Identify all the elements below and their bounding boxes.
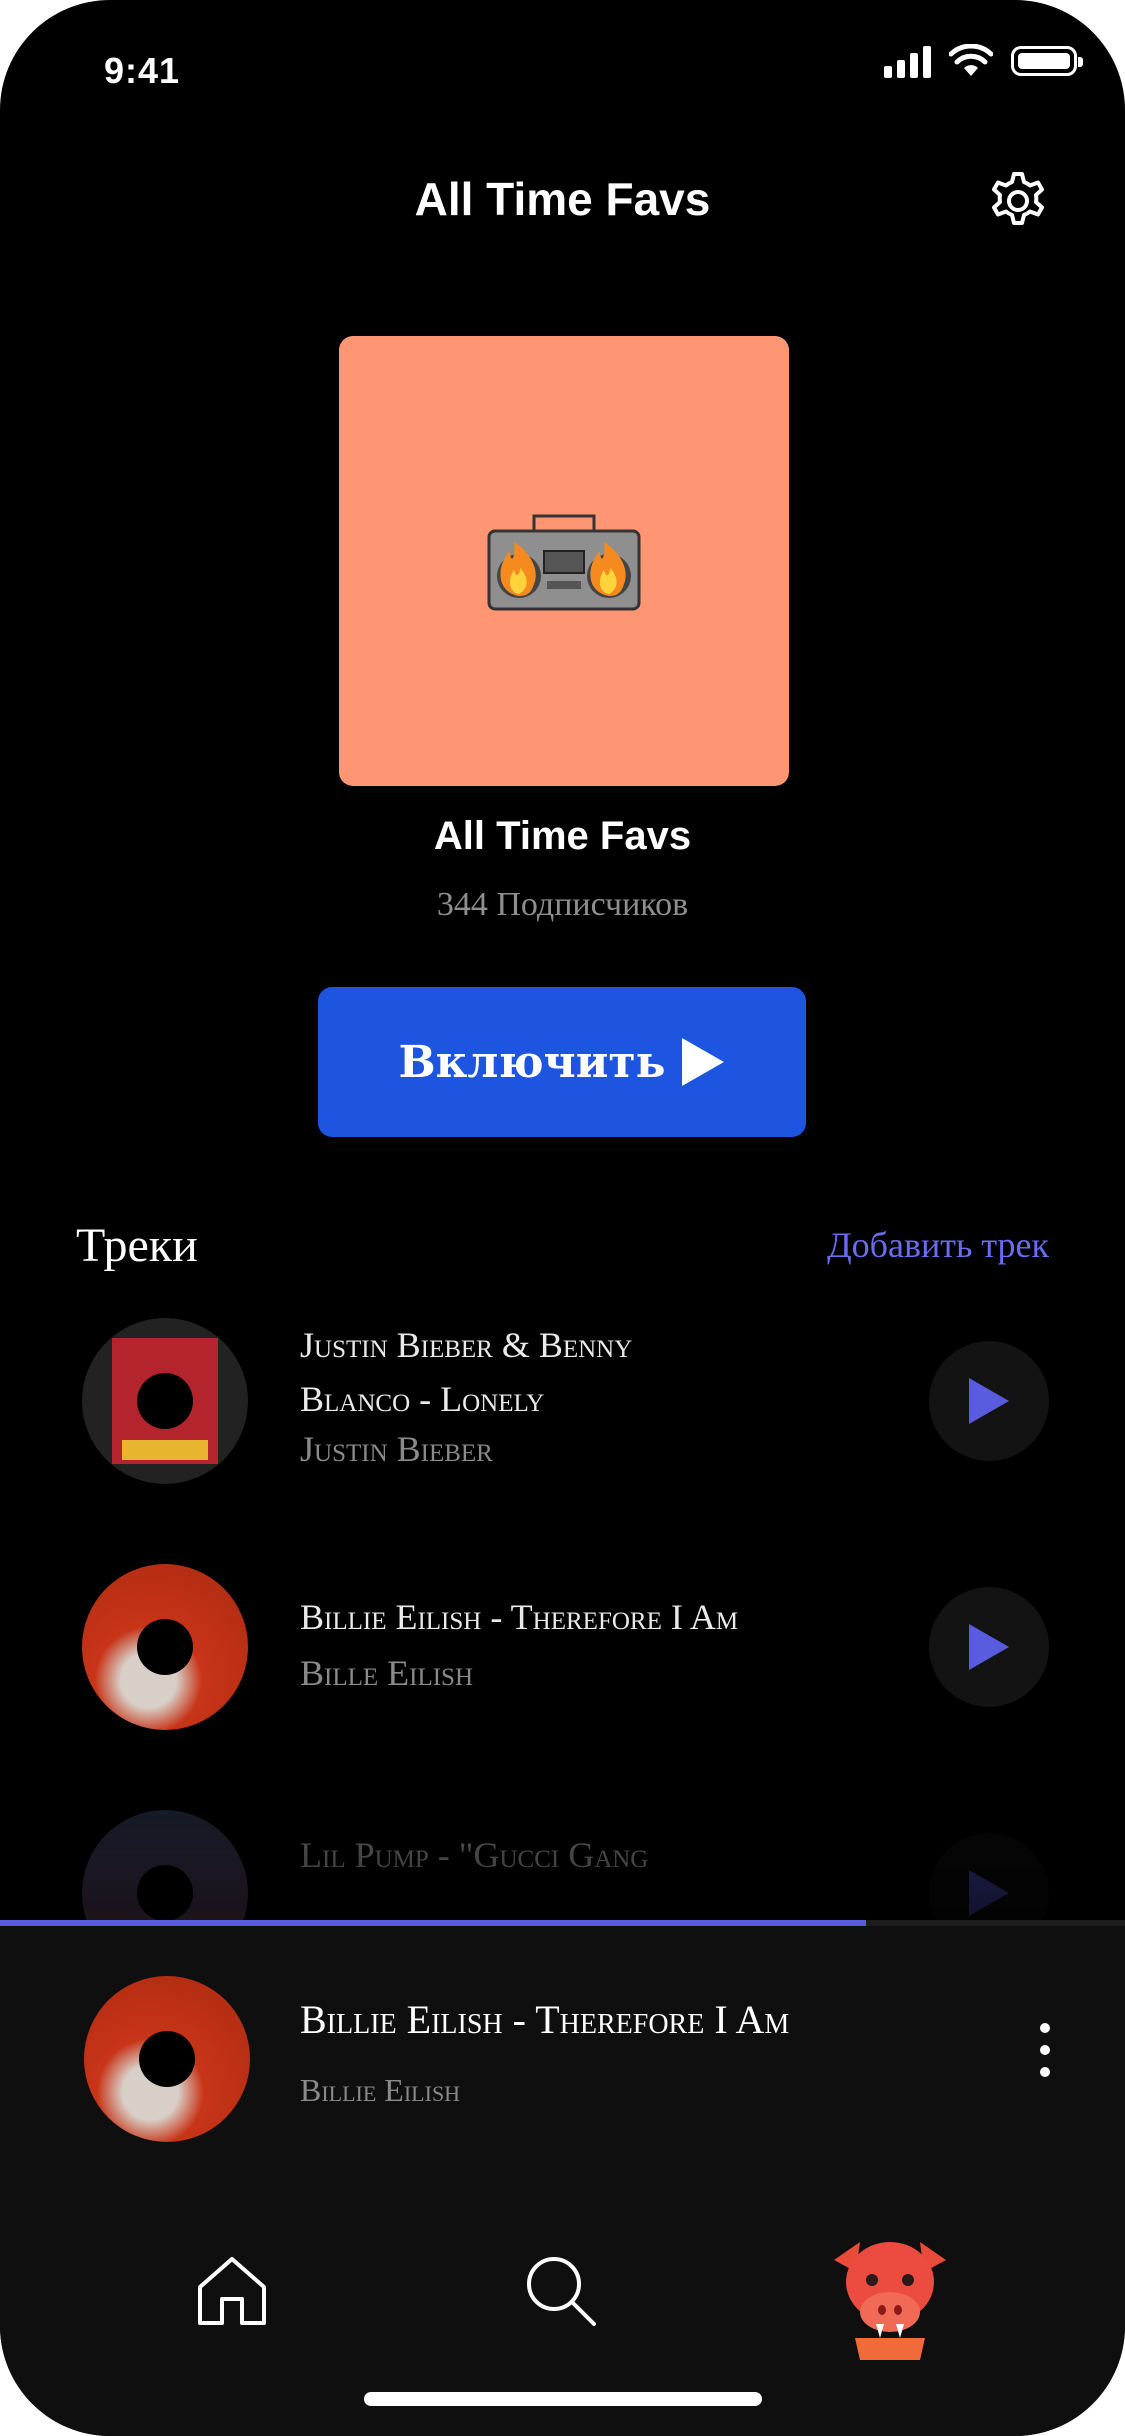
track-artwork: [82, 1564, 248, 1730]
play-button-label: Включить: [398, 1036, 666, 1088]
play-icon: [969, 1624, 1009, 1670]
tab-profile[interactable]: [820, 2220, 960, 2360]
track-title: Billie Eilish - Therefore I Am: [300, 1597, 739, 1637]
play-icon: [969, 1378, 1009, 1424]
more-dot: [1040, 2067, 1050, 2077]
playlist-name: All Time Favs: [433, 814, 692, 858]
playlist-cover: [339, 336, 789, 786]
track-play-button[interactable]: [929, 1341, 1049, 1461]
home-indicator: [364, 2392, 762, 2406]
boombox-fire-icon: [487, 514, 641, 611]
more-options-button[interactable]: [1025, 2000, 1065, 2100]
track-title: Lil Pump - "Gucci Gang: [300, 1835, 649, 1875]
home-icon: [198, 2257, 266, 2325]
playback-progress-fill: [0, 1920, 867, 1926]
search-icon: [527, 2257, 596, 2326]
play-icon: [681, 1038, 724, 1086]
page-title: All Time Favs: [414, 173, 711, 225]
play-playlist-button[interactable]: Включить: [318, 987, 806, 1137]
tab-search[interactable]: [490, 2220, 630, 2360]
phone-screen: 9:41 All Time Favs All Time Favs 344 Под…: [0, 0, 1125, 2436]
now-playing-artist: Billie Eilish: [300, 2072, 461, 2108]
settings-button[interactable]: [987, 170, 1049, 232]
tab-bar: [0, 2220, 1125, 2360]
cellular-signal-icon: [884, 44, 931, 78]
more-dot: [1040, 2023, 1050, 2033]
play-icon: [969, 1870, 1009, 1916]
status-time: 9:41: [104, 50, 181, 91]
track-play-button[interactable]: [929, 1587, 1049, 1707]
playback-progress[interactable]: [0, 1920, 1125, 1926]
battery-icon: [1011, 46, 1083, 76]
wifi-icon: [949, 44, 993, 76]
profile-avatar-icon: [834, 2242, 946, 2360]
track-title: Justin Bieber & Benny Blanco - Lonely: [300, 1325, 633, 1419]
status-icons: [884, 44, 1083, 78]
add-track-link[interactable]: Добавить трек: [827, 1224, 1049, 1266]
more-dot: [1040, 2045, 1050, 2055]
track-artist: Justin Bieber: [300, 1429, 493, 1469]
now-playing-artwork: [84, 1976, 250, 2142]
tracks-section-title: Треки: [76, 1219, 198, 1272]
tab-home[interactable]: [162, 2220, 302, 2360]
track-artist: Bille Eilish: [300, 1653, 474, 1693]
followers-count: 344 Подписчиков: [436, 886, 689, 923]
now-playing-title: Billie Eilish - Therefore I Am: [300, 1997, 790, 2042]
gear-icon: [992, 172, 1044, 225]
track-artwork: [82, 1318, 248, 1484]
